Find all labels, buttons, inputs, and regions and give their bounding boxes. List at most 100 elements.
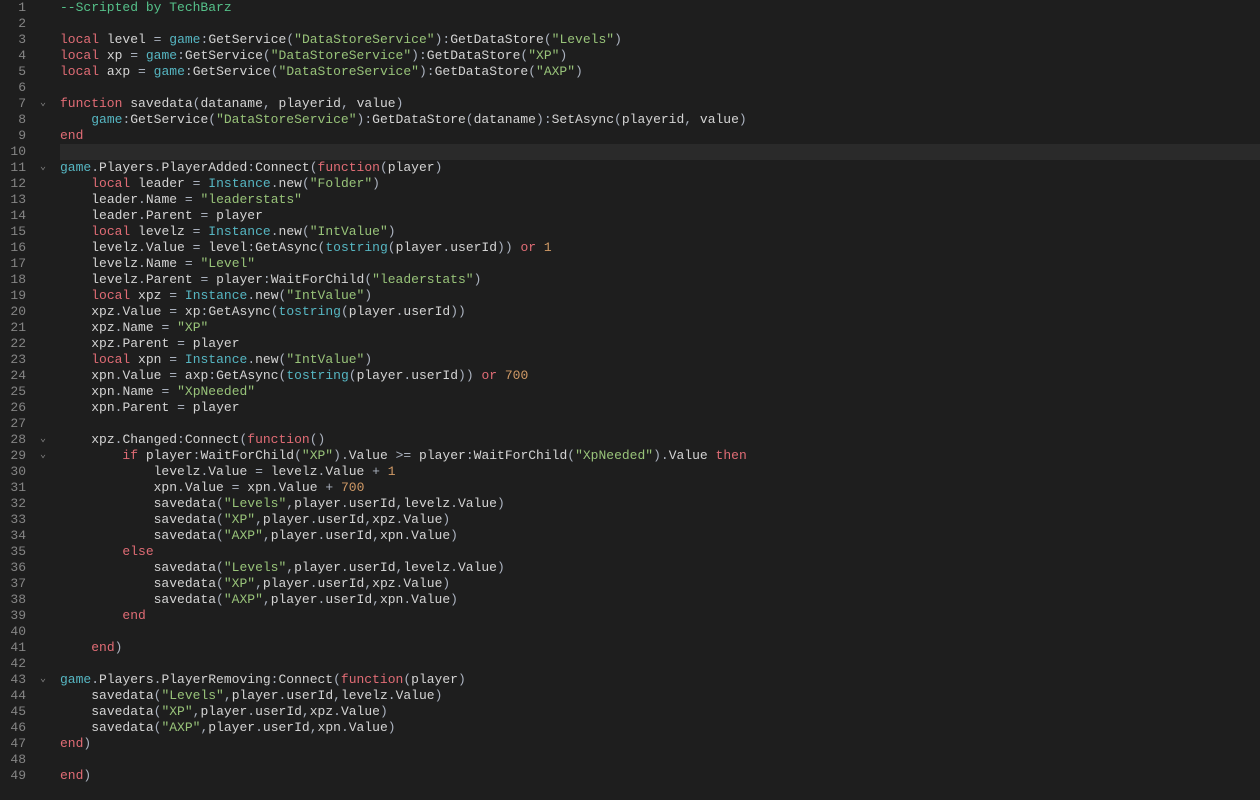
code-line[interactable] (60, 624, 1260, 640)
fold-spacer (32, 624, 54, 640)
fold-spacer (32, 192, 54, 208)
code-line[interactable]: savedata("Levels",player.userId,levelz.V… (60, 688, 1260, 704)
line-number: 48 (0, 752, 28, 768)
line-number-gutter: 1234567891011121314151617181920212223242… (0, 0, 32, 800)
line-number: 10 (0, 144, 28, 160)
fold-column[interactable]: ⌄⌄⌄⌄⌄ (32, 0, 54, 800)
fold-spacer (32, 80, 54, 96)
line-number: 31 (0, 480, 28, 496)
line-number: 34 (0, 528, 28, 544)
code-line[interactable]: --Scripted by TechBarz (60, 0, 1260, 16)
fold-spacer (32, 480, 54, 496)
fold-spacer (32, 0, 54, 16)
line-number: 28 (0, 432, 28, 448)
line-number: 3 (0, 32, 28, 48)
code-line[interactable]: savedata("AXP",player.userId,xpn.Value) (60, 720, 1260, 736)
code-line[interactable]: xpz.Name = "XP" (60, 320, 1260, 336)
code-line[interactable]: local xpz = Instance.new("IntValue") (60, 288, 1260, 304)
code-line[interactable]: local axp = game:GetService("DataStoreSe… (60, 64, 1260, 80)
fold-toggle-icon[interactable]: ⌄ (32, 160, 54, 176)
code-line[interactable]: savedata("XP",player.userId,xpz.Value) (60, 704, 1260, 720)
code-line[interactable] (60, 752, 1260, 768)
line-number: 18 (0, 272, 28, 288)
code-line[interactable]: savedata("XP",player.userId,xpz.Value) (60, 576, 1260, 592)
fold-spacer (32, 736, 54, 752)
code-line[interactable]: end (60, 608, 1260, 624)
code-line[interactable]: levelz.Value = level:GetAsync(tostring(p… (60, 240, 1260, 256)
fold-spacer (32, 288, 54, 304)
code-line[interactable]: end) (60, 736, 1260, 752)
fold-spacer (32, 656, 54, 672)
code-line[interactable]: xpn.Name = "XpNeeded" (60, 384, 1260, 400)
code-line[interactable]: local xp = game:GetService("DataStoreSer… (60, 48, 1260, 64)
code-line[interactable]: leader.Name = "leaderstats" (60, 192, 1260, 208)
code-line[interactable]: local leader = Instance.new("Folder") (60, 176, 1260, 192)
line-number: 42 (0, 656, 28, 672)
fold-spacer (32, 352, 54, 368)
fold-spacer (32, 688, 54, 704)
code-line[interactable] (60, 80, 1260, 96)
code-line[interactable]: savedata("XP",player.userId,xpz.Value) (60, 512, 1260, 528)
code-line[interactable]: savedata("Levels",player.userId,levelz.V… (60, 496, 1260, 512)
code-line[interactable]: savedata("AXP",player.userId,xpn.Value) (60, 528, 1260, 544)
code-line[interactable]: game.Players.PlayerRemoving:Connect(func… (60, 672, 1260, 688)
fold-spacer (32, 512, 54, 528)
code-line[interactable]: game.Players.PlayerAdded:Connect(functio… (60, 160, 1260, 176)
fold-spacer (32, 528, 54, 544)
code-line[interactable]: local level = game:GetService("DataStore… (60, 32, 1260, 48)
code-line[interactable]: savedata("Levels",player.userId,levelz.V… (60, 560, 1260, 576)
code-line[interactable]: levelz.Value = levelz.Value + 1 (60, 464, 1260, 480)
code-line[interactable]: levelz.Parent = player:WaitForChild("lea… (60, 272, 1260, 288)
code-line[interactable]: leader.Parent = player (60, 208, 1260, 224)
code-line[interactable]: game:GetService("DataStoreService"):GetD… (60, 112, 1260, 128)
code-line[interactable]: end) (60, 768, 1260, 784)
line-number: 7 (0, 96, 28, 112)
line-number: 45 (0, 704, 28, 720)
fold-toggle-icon[interactable]: ⌄ (32, 432, 54, 448)
code-line[interactable] (60, 656, 1260, 672)
line-number: 33 (0, 512, 28, 528)
code-line[interactable]: else (60, 544, 1260, 560)
line-number: 27 (0, 416, 28, 432)
line-number: 17 (0, 256, 28, 272)
line-number: 2 (0, 16, 28, 32)
code-line[interactable]: function savedata(dataname, playerid, va… (60, 96, 1260, 112)
code-line[interactable] (60, 16, 1260, 32)
line-number: 6 (0, 80, 28, 96)
fold-spacer (32, 64, 54, 80)
line-number: 16 (0, 240, 28, 256)
code-line[interactable]: xpn.Value = xpn.Value + 700 (60, 480, 1260, 496)
line-number: 14 (0, 208, 28, 224)
code-line[interactable]: local xpn = Instance.new("IntValue") (60, 352, 1260, 368)
line-number: 47 (0, 736, 28, 752)
code-line[interactable]: savedata("AXP",player.userId,xpn.Value) (60, 592, 1260, 608)
code-line[interactable]: xpz.Parent = player (60, 336, 1260, 352)
fold-spacer (32, 592, 54, 608)
code-editor[interactable]: 1234567891011121314151617181920212223242… (0, 0, 1260, 800)
code-line[interactable]: end (60, 128, 1260, 144)
code-line[interactable] (60, 144, 1260, 160)
code-line[interactable]: end) (60, 640, 1260, 656)
code-line[interactable]: local levelz = Instance.new("IntValue") (60, 224, 1260, 240)
code-line[interactable]: if player:WaitForChild("XP").Value >= pl… (60, 448, 1260, 464)
code-area[interactable]: --Scripted by TechBarz local level = gam… (54, 0, 1260, 800)
line-number: 38 (0, 592, 28, 608)
fold-toggle-icon[interactable]: ⌄ (32, 672, 54, 688)
fold-toggle-icon[interactable]: ⌄ (32, 448, 54, 464)
fold-toggle-icon[interactable]: ⌄ (32, 96, 54, 112)
code-line[interactable] (60, 416, 1260, 432)
code-line[interactable]: xpz.Changed:Connect(function() (60, 432, 1260, 448)
code-line[interactable]: levelz.Name = "Level" (60, 256, 1260, 272)
fold-spacer (32, 16, 54, 32)
fold-spacer (32, 704, 54, 720)
line-number: 49 (0, 768, 28, 784)
fold-spacer (32, 176, 54, 192)
code-line[interactable]: xpz.Value = xp:GetAsync(tostring(player.… (60, 304, 1260, 320)
line-number: 26 (0, 400, 28, 416)
fold-spacer (32, 48, 54, 64)
line-number: 9 (0, 128, 28, 144)
fold-spacer (32, 416, 54, 432)
line-number: 4 (0, 48, 28, 64)
code-line[interactable]: xpn.Value = axp:GetAsync(tostring(player… (60, 368, 1260, 384)
code-line[interactable]: xpn.Parent = player (60, 400, 1260, 416)
